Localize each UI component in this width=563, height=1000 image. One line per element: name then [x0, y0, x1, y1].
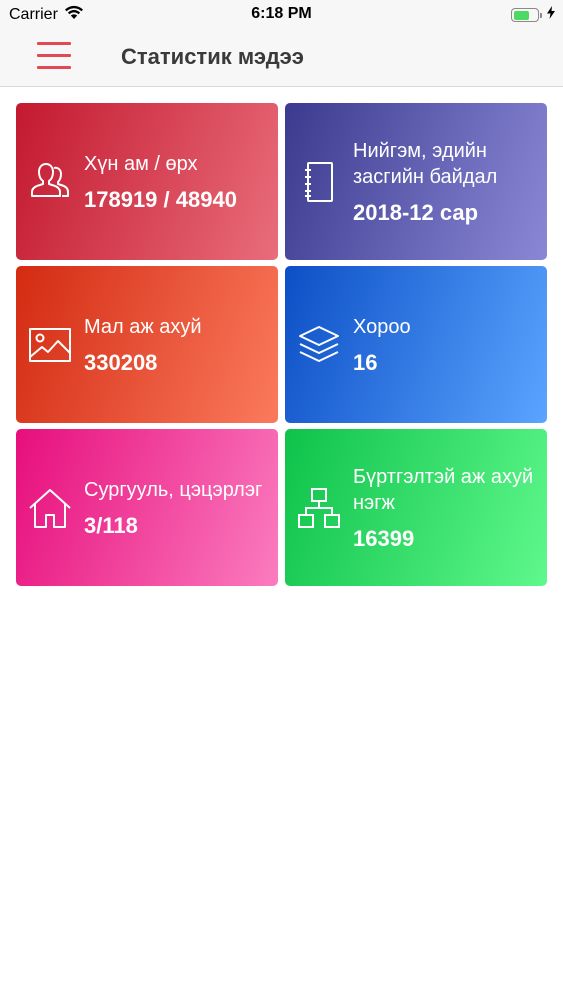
charging-bolt-icon — [547, 6, 555, 24]
card-registered-entities[interactable]: Бүртгэлтэй аж ахуй нэгж 16399 — [285, 429, 547, 586]
page-title: Статистик мэдээ — [121, 44, 304, 69]
card-livestock[interactable]: Мал аж ахуй 330208 — [16, 266, 278, 423]
card-value: 178919 / 48940 — [84, 186, 237, 212]
home-icon — [28, 486, 72, 530]
navigation-bar: Статистик мэдээ — [0, 30, 563, 87]
status-bar: Carrier 6:18 PM — [0, 0, 563, 30]
card-label: Хүн ам / өрх — [84, 152, 198, 175]
card-value: 2018-12 сар — [353, 199, 479, 225]
card-label: Сургууль, цэцэрлэг — [84, 478, 263, 501]
card-value: 16399 — [353, 525, 415, 551]
card-socio-economic[interactable]: Нийгэм, эдийн засгийн байдал 2018-12 сар — [285, 103, 547, 260]
card-label: Мал аж ахуй — [84, 315, 202, 338]
layers-icon — [297, 323, 341, 367]
card-population[interactable]: Хүн ам / өрх 178919 / 48940 — [16, 103, 278, 260]
card-value: 16 — [353, 349, 378, 375]
card-khoroo[interactable]: Хороо 16 — [285, 266, 547, 423]
battery-fill — [513, 10, 529, 20]
status-time: 6:18 PM — [251, 5, 312, 22]
menu-button[interactable] — [37, 42, 73, 70]
hamburger-icon-line-middle — [37, 54, 71, 57]
card-schools[interactable]: Сургууль, цэцэрлэг 3/118 — [16, 429, 278, 586]
battery-icon — [511, 8, 542, 22]
card-label: Хороо — [353, 315, 411, 338]
hamburger-icon-line-bottom — [37, 66, 71, 69]
stats-grid: Хүн ам / өрх 178919 / 48940 Нийгэм, эдий… — [16, 103, 547, 586]
notebook-icon — [297, 160, 341, 204]
card-value: 330208 — [84, 349, 158, 375]
card-label: Бүртгэлтэй аж ахуй нэгж — [353, 465, 534, 514]
card-label: Нийгэм, эдийн засгийн байдал — [353, 139, 498, 188]
image-icon — [28, 323, 72, 367]
card-value: 3/118 — [84, 512, 138, 538]
hamburger-icon-line-top — [37, 42, 71, 45]
sitemap-icon — [297, 486, 341, 530]
status-right — [511, 6, 555, 24]
users-icon — [28, 160, 72, 204]
